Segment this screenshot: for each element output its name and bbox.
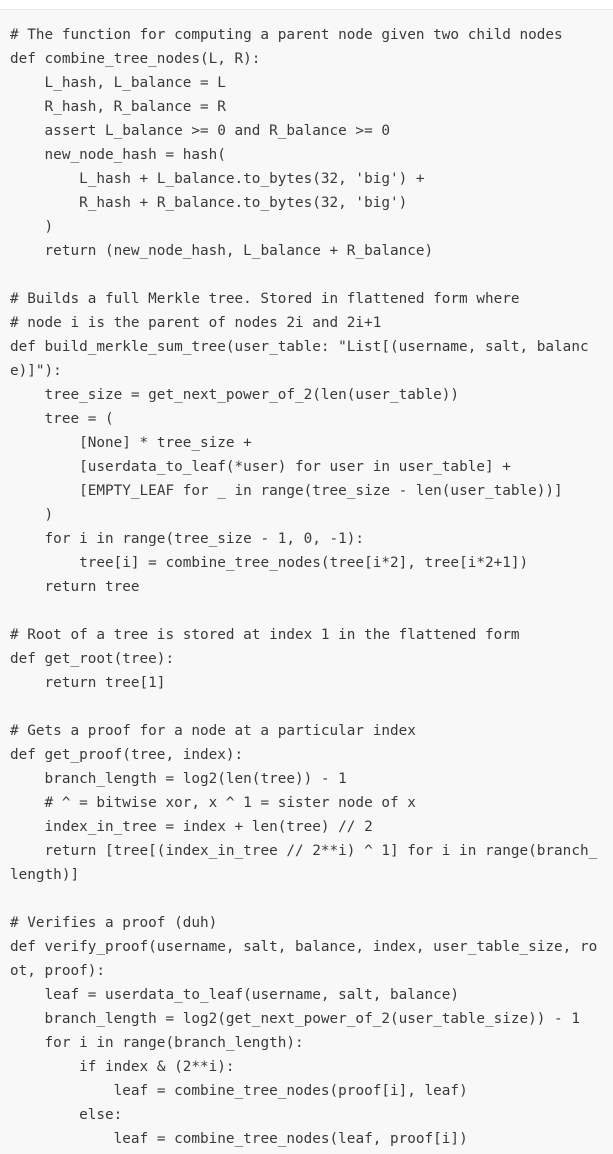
code-line: # Root of a tree is stored at index 1 in… bbox=[10, 627, 520, 643]
code-line: # Verifies a proof (duh) bbox=[10, 915, 218, 931]
code-line: leaf = combine_tree_nodes(proof[i], leaf… bbox=[10, 1083, 468, 1099]
code-line: def get_root(tree): bbox=[10, 651, 175, 667]
code-line: # node i is the parent of nodes 2i and 2… bbox=[10, 315, 382, 331]
code-block: # The function for computing a parent no… bbox=[0, 9, 613, 1154]
code-line: for i in range(branch_length): bbox=[10, 1035, 304, 1051]
code-line: def build_merkle_sum_tree(user_table: "L… bbox=[10, 339, 589, 379]
code-line: new_node_hash = hash( bbox=[10, 147, 226, 163]
code-line: [userdata_to_leaf(*user) for user in use… bbox=[10, 459, 511, 475]
code-line: if index & (2**i): bbox=[10, 1059, 235, 1075]
code-line: L_hash + L_balance.to_bytes(32, 'big') + bbox=[10, 171, 425, 187]
code-line: tree = ( bbox=[10, 411, 114, 427]
code-line: # Gets a proof for a node at a particula… bbox=[10, 723, 416, 739]
code-line: index_in_tree = index + len(tree) // 2 bbox=[10, 819, 373, 835]
code-line: def verify_proof(username, salt, balance… bbox=[10, 939, 598, 979]
code-line: # The function for computing a parent no… bbox=[10, 27, 563, 43]
code-line: return tree[1] bbox=[10, 675, 166, 691]
code-line: ) bbox=[10, 219, 54, 235]
code-line: [EMPTY_LEAF for _ in range(tree_size - l… bbox=[10, 483, 563, 499]
code-line: R_hash + R_balance.to_bytes(32, 'big') bbox=[10, 195, 408, 211]
page-root: # The function for computing a parent no… bbox=[0, 0, 613, 1154]
code-line: L_hash, L_balance = L bbox=[10, 75, 226, 91]
code-lines-container: # The function for computing a parent no… bbox=[10, 23, 605, 1154]
code-line: # ^ = bitwise xor, x ^ 1 = sister node o… bbox=[10, 795, 416, 811]
code-line: tree_size = get_next_power_of_2(len(user… bbox=[10, 387, 460, 403]
code-line: branch_length = log2(len(tree)) - 1 bbox=[10, 771, 347, 787]
code-line: assert L_balance >= 0 and R_balance >= 0 bbox=[10, 123, 390, 139]
code-line: leaf = userdata_to_leaf(username, salt, … bbox=[10, 987, 460, 1003]
code-line: leaf = combine_tree_nodes(leaf, proof[i]… bbox=[10, 1131, 468, 1147]
code-line: # Builds a full Merkle tree. Stored in f… bbox=[10, 291, 520, 307]
code-line: def get_proof(tree, index): bbox=[10, 747, 244, 763]
code-line: branch_length = log2(get_next_power_of_2… bbox=[10, 1011, 580, 1027]
code-line: else: bbox=[10, 1107, 123, 1123]
code-line: return (new_node_hash, L_balance + R_bal… bbox=[10, 243, 434, 259]
code-line: for i in range(tree_size - 1, 0, -1): bbox=[10, 531, 365, 547]
code-content[interactable]: # The function for computing a parent no… bbox=[0, 10, 613, 1154]
code-line: tree[i] = combine_tree_nodes(tree[i*2], … bbox=[10, 555, 529, 571]
code-line: ) bbox=[10, 507, 54, 523]
code-line: return tree bbox=[10, 579, 140, 595]
code-line: [None] * tree_size + bbox=[10, 435, 252, 451]
code-line: return [tree[(index_in_tree // 2**i) ^ 1… bbox=[10, 843, 598, 883]
code-line: R_hash, R_balance = R bbox=[10, 99, 226, 115]
code-line: def combine_tree_nodes(L, R): bbox=[10, 51, 261, 67]
